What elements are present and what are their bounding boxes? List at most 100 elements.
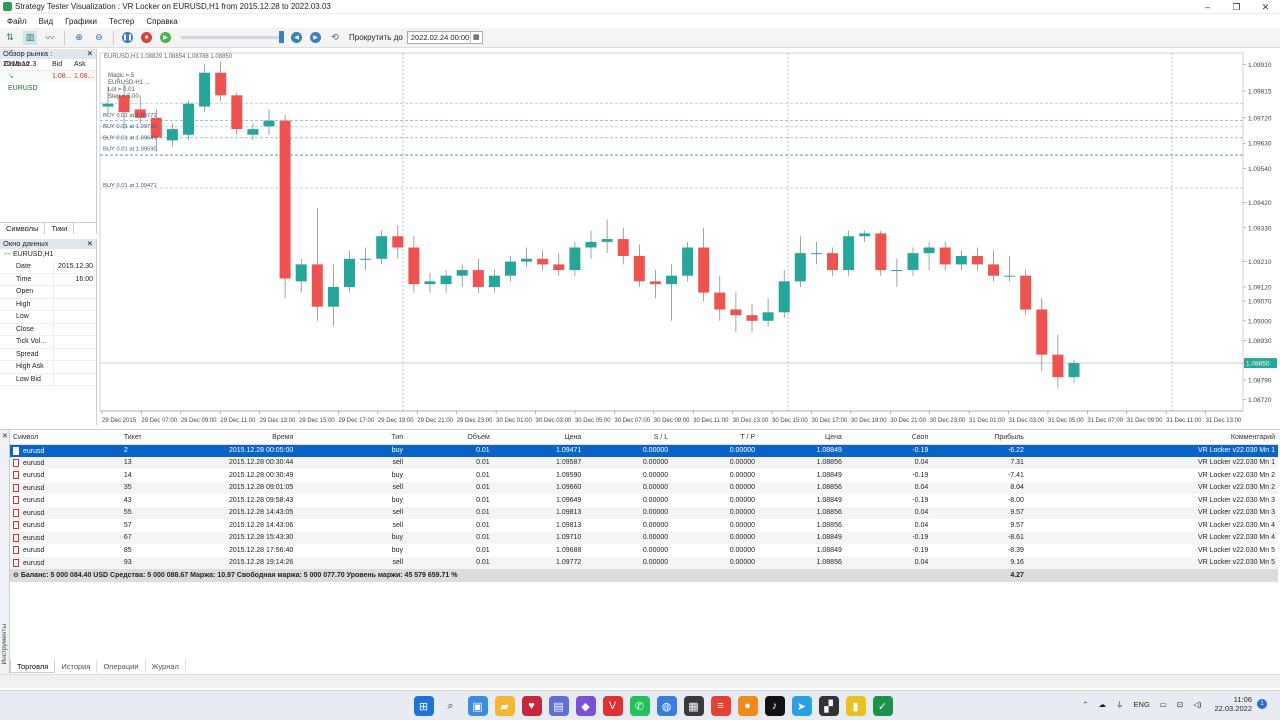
- cloud-icon[interactable]: ☁: [1099, 700, 1107, 709]
- price-chart[interactable]: 1.09910 1.09815 1.09720 1.09630 1.09540 1.094…: [98, 49, 1280, 427]
- column-header[interactable]: Тип: [296, 432, 407, 445]
- whatsapp-icon[interactable]: ✆: [629, 696, 650, 716]
- messenger-icon[interactable]: ◍: [656, 696, 677, 716]
- close-icon[interactable]: ✕: [2, 432, 8, 440]
- candle-body[interactable]: [971, 255, 983, 265]
- market-watch-row[interactable]: ↘ EURUSD 1.08... 1.08...: [0, 71, 96, 92]
- candle-body[interactable]: [456, 270, 468, 276]
- candle-body[interactable]: [215, 72, 227, 96]
- menu-charts[interactable]: Графики: [61, 17, 105, 26]
- candle-body[interactable]: [633, 255, 645, 282]
- pause-icon[interactable]: ❚❚: [122, 32, 133, 43]
- candle-body[interactable]: [1036, 309, 1048, 355]
- candle-body[interactable]: [505, 261, 516, 276]
- candle-body[interactable]: [1004, 275, 1016, 277]
- candle-body[interactable]: [585, 241, 597, 248]
- position-row[interactable]: eurusd 13 2015.12.28 00:30:44 sell 0.01 1.095…: [10, 456, 1278, 469]
- position-row[interactable]: eurusd 2 2015.12.28 00:05:00 buy 0.01 1.09471…: [10, 444, 1278, 457]
- candle-body[interactable]: [762, 312, 774, 321]
- notification-icon[interactable]: 1: [1257, 699, 1267, 709]
- tab-history[interactable]: История: [55, 660, 98, 673]
- candle-body[interactable]: [376, 236, 388, 259]
- candle-body[interactable]: [682, 247, 694, 276]
- play-icon[interactable]: ▶: [160, 32, 171, 43]
- candle-body[interactable]: [263, 120, 275, 127]
- close-icon[interactable]: ✕: [87, 239, 93, 249]
- vivaldi-icon[interactable]: V: [602, 696, 623, 716]
- position-row[interactable]: eurusd 85 2015.12.28 17:56:40 buy 0.01 1.0968…: [10, 544, 1278, 557]
- candle-body[interactable]: [730, 309, 742, 316]
- candle-body[interactable]: [521, 258, 533, 262]
- app-store-icon[interactable]: ▤: [548, 696, 569, 716]
- column-header[interactable]: S / L: [584, 432, 672, 445]
- metatrader-icon[interactable]: ✓: [872, 696, 893, 716]
- minimize-button[interactable]: –: [1193, 0, 1222, 14]
- candle-body[interactable]: [569, 247, 581, 271]
- line-chart-icon[interactable]: 〰: [43, 31, 57, 45]
- zoom-out-icon[interactable]: ⊖: [92, 31, 106, 45]
- scroll-to-icon[interactable]: ⟲: [328, 31, 342, 45]
- col-symbol[interactable]: Символ: [0, 59, 48, 70]
- app-yellow-icon[interactable]: ▮: [845, 696, 866, 716]
- chart-canvas[interactable]: 1.09910 1.09815 1.09720 1.09630 1.09540 1.094…: [98, 49, 1280, 427]
- column-header[interactable]: Время: [207, 432, 297, 445]
- collapse-icon[interactable]: ⊖: [13, 572, 21, 579]
- candle-body[interactable]: [1068, 363, 1080, 378]
- plot-area[interactable]: [99, 52, 1244, 412]
- candle-body[interactable]: [327, 286, 339, 307]
- candle-body[interactable]: [344, 258, 355, 287]
- candle-body[interactable]: [408, 247, 420, 285]
- obsidian-icon[interactable]: ◆: [575, 696, 596, 716]
- candle-body[interactable]: [891, 270, 903, 272]
- close-button[interactable]: ✕: [1251, 0, 1280, 14]
- candle-body[interactable]: [279, 120, 291, 279]
- col-bid[interactable]: Bid: [48, 59, 70, 70]
- clapper-icon[interactable]: ▞: [818, 696, 839, 716]
- candle-body[interactable]: [392, 236, 404, 248]
- candle-body[interactable]: [1052, 354, 1064, 378]
- candle-body[interactable]: [440, 275, 452, 285]
- widgets-icon[interactable]: ▣: [467, 696, 488, 716]
- candle-body[interactable]: [810, 253, 822, 255]
- candle-body[interactable]: [843, 236, 855, 271]
- position-row[interactable]: eurusd 35 2015.12.28 09:01:05 sell 0.01 1.096…: [10, 481, 1278, 494]
- candle-body[interactable]: [183, 103, 194, 135]
- position-row[interactable]: eurusd 43 2015.12.28 09:58:43 buy 0.01 1.0964…: [10, 494, 1278, 507]
- column-header[interactable]: Цена: [492, 432, 585, 445]
- candle-body[interactable]: [553, 264, 565, 271]
- candle-body[interactable]: [746, 315, 758, 321]
- bar-chart-icon[interactable]: ⇅: [3, 31, 17, 45]
- speed-slider-thumb[interactable]: [279, 31, 284, 43]
- telegram-icon[interactable]: ➤: [791, 696, 812, 716]
- tab-journal[interactable]: Журнал: [146, 660, 186, 673]
- candle-body[interactable]: [102, 103, 114, 107]
- position-row[interactable]: eurusd 57 2015.12.28 14:43:06 sell 0.01 1.098…: [10, 519, 1278, 532]
- candle-body[interactable]: [537, 258, 549, 265]
- app-orange-icon[interactable]: ●: [737, 696, 758, 716]
- scroll-date-input[interactable]: 2022.02.24 00:00 ▦: [406, 31, 483, 44]
- candle-body[interactable]: [311, 264, 323, 307]
- network-icon[interactable]: ⊡: [1177, 700, 1183, 709]
- tray-language[interactable]: ENG: [1134, 700, 1150, 709]
- candle-body[interactable]: [794, 253, 806, 282]
- position-row[interactable]: eurusd 55 2015.12.28 14:43:05 sell 0.01 1.098…: [10, 506, 1278, 519]
- candle-body[interactable]: [488, 275, 500, 287]
- candle-body[interactable]: [472, 270, 484, 287]
- candle-body[interactable]: [166, 129, 178, 141]
- start-icon[interactable]: ⊞: [413, 696, 434, 716]
- column-header[interactable]: Комментарий: [1026, 432, 1278, 445]
- microphone-icon[interactable]: ⏚: [1116, 699, 1124, 710]
- column-header[interactable]: Символ: [10, 432, 121, 445]
- candle-body[interactable]: [988, 264, 999, 276]
- speed-slider[interactable]: [181, 31, 284, 43]
- candle-body[interactable]: [714, 292, 726, 310]
- chevron-up-icon[interactable]: ⌃: [1082, 700, 1088, 709]
- app-red-icon[interactable]: ♥: [521, 696, 542, 716]
- candle-body[interactable]: [955, 255, 967, 265]
- candle-body[interactable]: [295, 264, 307, 282]
- position-row[interactable]: eurusd 14 2015.12.28 00:30:49 buy 0.01 1.0959…: [10, 469, 1278, 482]
- candle-body[interactable]: [617, 239, 629, 256]
- candle-body[interactable]: [360, 258, 372, 260]
- column-header[interactable]: Тикет: [120, 432, 208, 445]
- candle-body[interactable]: [859, 233, 871, 237]
